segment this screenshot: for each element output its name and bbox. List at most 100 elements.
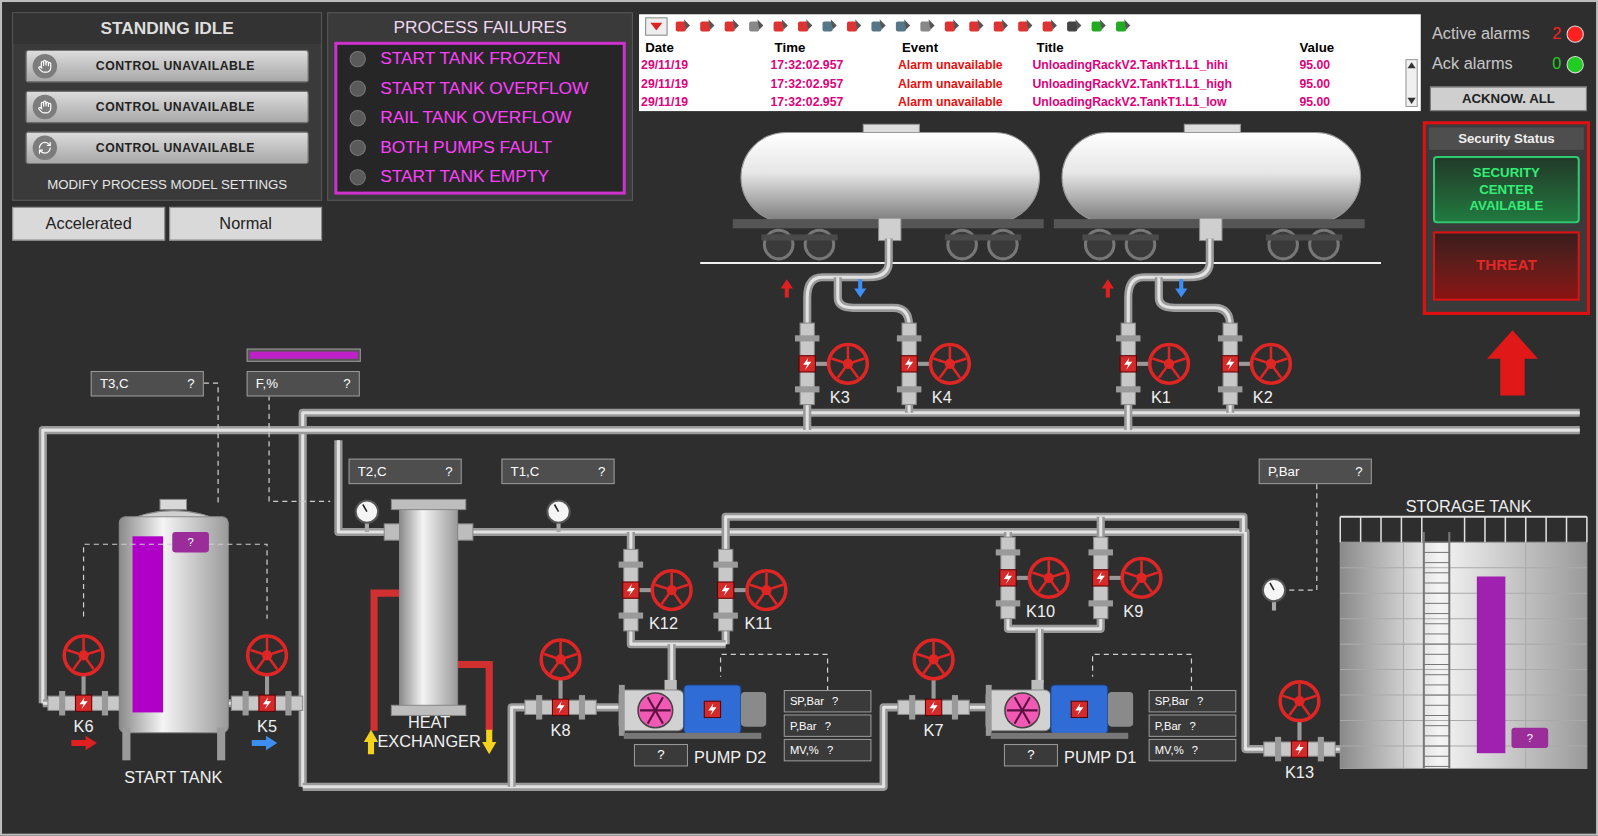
- toolbar-tool-icon[interactable]: [698, 17, 716, 35]
- scroll-up-icon[interactable]: [1406, 60, 1416, 70]
- failure-indicator: [350, 51, 366, 67]
- threat-label: THREAT: [1476, 254, 1537, 277]
- alarm-row[interactable]: 29/11/1917:32:02.957Alarm unavailableUnl…: [639, 74, 1405, 92]
- toolbar-tool-icon[interactable]: [1114, 17, 1132, 35]
- start-tank: [119, 499, 228, 760]
- valve-label: K2: [1253, 388, 1273, 406]
- valve-label: K3: [830, 388, 850, 406]
- sensor-value: ?: [598, 461, 605, 481]
- failure-label: START TANK EMPTY: [380, 164, 549, 190]
- valve[interactable]: [226, 632, 308, 719]
- toolbar-tool-icon[interactable]: [674, 17, 692, 35]
- toolbar-tool-icon[interactable]: [918, 17, 936, 35]
- valve[interactable]: [1259, 678, 1341, 765]
- toolbar-tool-icon[interactable]: [894, 17, 912, 35]
- flow-bar: [247, 349, 361, 362]
- gauge-icon: [547, 500, 569, 532]
- valve-label: K8: [551, 722, 571, 740]
- alarm-column-header[interactable]: Time: [775, 37, 902, 57]
- acknowledge-all-button[interactable]: ACKNOW. ALL: [1430, 87, 1587, 111]
- gauge-icon: [356, 500, 378, 532]
- pump[interactable]: [986, 680, 1134, 739]
- toolbar-tool-icon[interactable]: [1090, 17, 1108, 35]
- settings-label[interactable]: MODIFY PROCESS MODEL SETTINGS: [13, 174, 321, 194]
- control-buttons: CONTROL UNAVAILABLE CONTROL UNAVAILABLE CO…: [13, 49, 321, 163]
- control-button[interactable]: CONTROL UNAVAILABLE: [25, 131, 308, 164]
- storage-tank-label: STORAGE TANK: [1406, 494, 1532, 518]
- valve-label: K10: [1026, 602, 1055, 620]
- start-tank-label: START TANK: [124, 765, 222, 789]
- toolbar-tool-icon[interactable]: [747, 17, 765, 35]
- actuator-icon: [623, 582, 639, 598]
- alarm-column-header[interactable]: Title: [1037, 37, 1300, 57]
- pipe: [631, 532, 726, 644]
- toolbar-tool-icon[interactable]: [1065, 17, 1083, 35]
- speed-mode-button[interactable]: Accelerated: [12, 207, 165, 241]
- valve[interactable]: [43, 632, 125, 719]
- valve[interactable]: [893, 636, 975, 723]
- heat-exchanger-label: HEAT EXCHANGER: [373, 712, 485, 751]
- toolbar-tool-icon[interactable]: [869, 17, 887, 35]
- sensor-label: P,Bar: [1268, 461, 1299, 481]
- toolbar-tool-icon[interactable]: [1041, 17, 1059, 35]
- actuator-icon: [75, 695, 91, 711]
- alarm-table: DateTimeEventTitleValue29/11/1917:32:02.…: [639, 14, 1421, 111]
- hand-icon: [38, 59, 52, 73]
- toolbar-tool-icon[interactable]: [967, 17, 985, 35]
- control-button-label: CONTROL UNAVAILABLE: [96, 138, 255, 156]
- valve-label: K13: [1285, 763, 1314, 781]
- alarm-counter-dot: [1567, 56, 1584, 73]
- pipe: [338, 440, 399, 532]
- scroll-down-icon[interactable]: [1406, 96, 1416, 106]
- failure-item: RAIL TANK OVERFLOW: [350, 105, 611, 131]
- reading-label: MV,%: [1155, 742, 1184, 759]
- alarm-column-header[interactable]: Date: [645, 37, 774, 57]
- toolbar-tool-icon[interactable]: [1016, 17, 1034, 35]
- alarm-scrollbar[interactable]: [1405, 59, 1417, 107]
- alarm-counter: Active alarms2: [1427, 18, 1590, 49]
- speed-mode-button[interactable]: Normal: [169, 207, 322, 241]
- alarm-column-header[interactable]: Event: [902, 37, 1037, 57]
- handwheel-icon: [1029, 559, 1068, 598]
- toolbar-tool-icon[interactable]: [845, 17, 863, 35]
- alert-arrow-icon: [1487, 330, 1538, 395]
- pipe: [303, 707, 909, 786]
- storage-tank: [1340, 517, 1587, 769]
- filter-dropdown[interactable]: [645, 17, 667, 35]
- alarm-title: UnloadingRackV2.TankT1.L1_low: [1032, 93, 1299, 111]
- pump-label: PUMP D1: [1064, 746, 1136, 770]
- toolbar-tool-icon[interactable]: [820, 17, 838, 35]
- reading-value: ?: [1190, 717, 1196, 734]
- dropdown-icon: [650, 22, 662, 30]
- pipe: [458, 532, 1276, 749]
- failure-label: BOTH PUMPS FAULT: [380, 134, 552, 160]
- control-button[interactable]: CONTROL UNAVAILABLE: [25, 90, 308, 123]
- valve-label: K1: [1151, 388, 1171, 406]
- failure-item: BOTH PUMPS FAULT: [350, 134, 611, 160]
- handwheel-icon: [64, 636, 103, 675]
- control-button[interactable]: CONTROL UNAVAILABLE: [25, 49, 308, 82]
- storage-tank-badge: ?: [1511, 728, 1548, 748]
- sensor-value: ?: [1355, 461, 1362, 481]
- toolbar-tool-icon[interactable]: [943, 17, 961, 35]
- alarm-counter-dot: [1567, 25, 1584, 42]
- alarm-column-header[interactable]: Value: [1299, 37, 1399, 57]
- toolbar-tool-icon[interactable]: [723, 17, 741, 35]
- sensor-value: ?: [343, 374, 350, 394]
- failure-item: START TANK EMPTY: [350, 164, 611, 190]
- security-status-panel: Security StatusSECURITY CENTER AVAILABLE…: [1423, 121, 1590, 314]
- toolbar-tool-icon[interactable]: [992, 17, 1010, 35]
- handwheel-icon: [541, 640, 580, 679]
- alarm-row[interactable]: 29/11/1917:32:02.957Alarm unavailableUnl…: [639, 56, 1405, 74]
- toolbar-tool-icon[interactable]: [796, 17, 814, 35]
- alarm-row[interactable]: 29/11/1917:32:02.957Alarm unavailableUnl…: [639, 93, 1405, 111]
- pump-readings: SP,Bar?P,Bar?MV,%?: [1149, 690, 1237, 761]
- toolbar-tool-icon[interactable]: [772, 17, 790, 35]
- sensor-label: T1,C: [511, 461, 540, 481]
- control-panel-title: STANDING IDLE: [13, 13, 321, 43]
- control-button-label: CONTROL UNAVAILABLE: [96, 57, 255, 75]
- control-panel: STANDING IDLECONTROL UNAVAILABLECONTROL …: [12, 12, 322, 201]
- pump[interactable]: [619, 680, 767, 739]
- sensor-label: T3,C: [100, 374, 129, 394]
- valve[interactable]: [520, 636, 602, 723]
